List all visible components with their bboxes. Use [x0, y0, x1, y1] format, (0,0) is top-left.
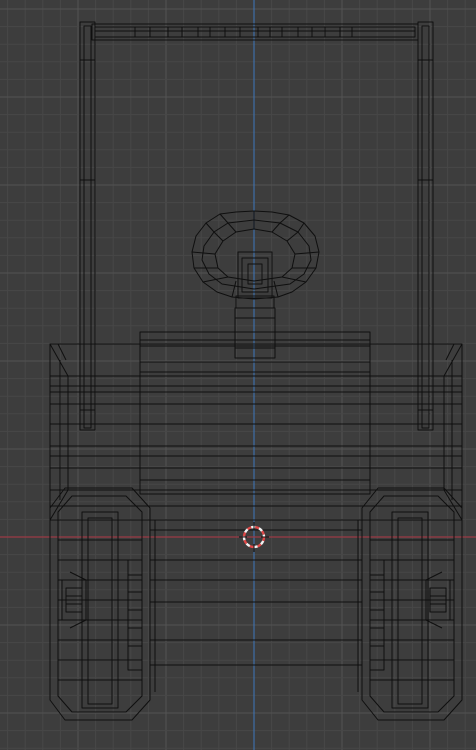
viewport-canvas[interactable]	[0, 0, 476, 750]
3d-viewport[interactable]	[0, 0, 476, 750]
viewport-background	[0, 0, 476, 750]
